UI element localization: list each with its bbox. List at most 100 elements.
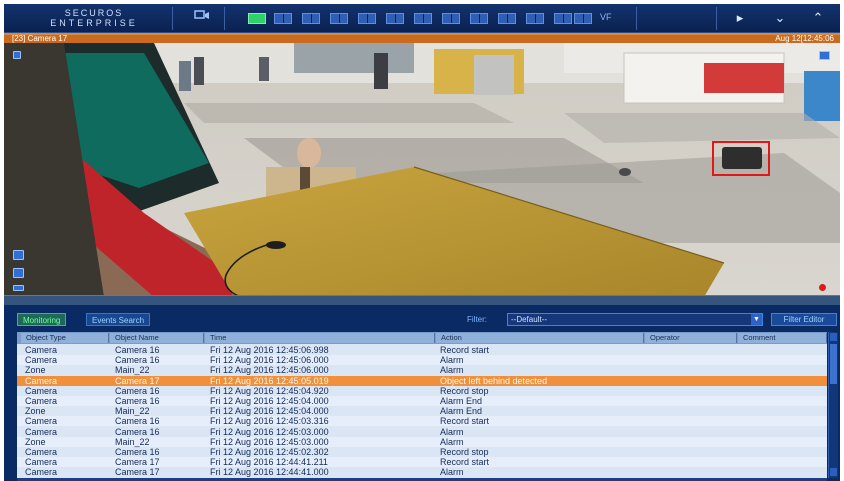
layout-13-icon[interactable] — [574, 13, 592, 24]
cell-type: Camera — [25, 416, 58, 427]
layout-2-icon[interactable] — [274, 13, 292, 24]
layout-1-icon[interactable] — [248, 13, 266, 24]
cell-time: Fri 12 Aug 2016 12:44:41.000 — [210, 467, 329, 478]
cell-name: Camera 16 — [115, 396, 160, 406]
table-row[interactable]: Camera Camera 16 Fri 12 Aug 2016 12:45:06.… — [17, 345, 827, 355]
cell-type: Zone — [25, 365, 46, 376]
cell-time: Fri 12 Aug 2016 12:45:03.000 — [210, 426, 329, 437]
logo-line1: SECUROS — [64, 8, 124, 18]
table-row[interactable]: Camera Camera 17 Fri 12 Aug 2016 12:44:41.… — [17, 457, 827, 468]
column-header[interactable]: Action — [436, 333, 644, 343]
app-window: SECUROS ENTERPRISE VF ▸ ⌄ ⌃ [23] Camera … — [4, 4, 840, 481]
scrollbar-thumb[interactable] — [830, 344, 837, 384]
cell-action: Alarm — [440, 467, 464, 478]
table-row[interactable]: Camera Camera 16 Fri 12 Aug 2016 12:45:04.… — [17, 386, 827, 396]
cell-type: Camera — [25, 467, 58, 478]
camera-export-icon[interactable] — [13, 285, 24, 291]
filter-dropdown[interactable]: --Default-- ▼ — [507, 313, 763, 326]
tab-events-search[interactable]: Events Search — [86, 313, 151, 326]
play-icon[interactable]: ▸ — [732, 10, 748, 26]
cell-action: Alarm End — [440, 396, 483, 406]
monitor-switch-icon[interactable] — [194, 10, 210, 26]
column-header[interactable]: Object Name — [110, 333, 204, 343]
column-header[interactable]: Object Type — [21, 333, 109, 343]
camera-datetime: Aug 12[12:45:06 — [775, 34, 834, 43]
cell-time: Fri 12 Aug 2016 12:45:06.000 — [210, 365, 329, 376]
cell-name: Main_22 — [115, 436, 150, 447]
column-header[interactable]: Comment — [738, 333, 827, 343]
chevron-down-icon[interactable]: ⌄ — [772, 10, 788, 26]
chevron-up-icon[interactable]: ⌃ — [810, 10, 826, 26]
layout-12-icon[interactable] — [554, 13, 572, 24]
cell-time: Fri 12 Aug 2016 12:45:06.998 — [210, 345, 329, 355]
cell-type: Camera — [25, 457, 58, 468]
table-row[interactable]: Zone Main_22 Fri 12 Aug 2016 12:45:04.000 A… — [17, 406, 827, 416]
scroll-up-icon[interactable] — [830, 333, 837, 341]
layout-7-icon[interactable] — [414, 13, 432, 24]
layout-10-icon[interactable] — [498, 13, 516, 24]
object-detection-box — [712, 141, 770, 176]
toolbar-divider — [172, 7, 173, 30]
table-row[interactable]: Camera Camera 16 Fri 12 Aug 2016 12:45:06.… — [17, 355, 827, 366]
events-table: Object Type Object Name Time Action Oper… — [17, 332, 827, 478]
cell-action: Alarm — [440, 355, 464, 366]
cell-action: Record start — [440, 345, 490, 355]
layout-9-icon[interactable] — [470, 13, 488, 24]
cell-time: Fri 12 Aug 2016 12:45:03.000 — [210, 436, 329, 447]
camera-settings-icon[interactable] — [819, 51, 830, 60]
camera-menu-icon[interactable] — [13, 51, 21, 59]
cell-time: Fri 12 Aug 2016 12:45:04.920 — [210, 385, 329, 396]
column-header[interactable]: Operator — [645, 333, 737, 343]
layout-4-icon[interactable] — [330, 13, 348, 24]
tab-monitoring[interactable]: Monitoring — [17, 313, 67, 326]
table-row[interactable]: Camera Camera 17 Fri 12 Aug 2016 12:44:41.… — [17, 467, 827, 477]
panel-divider[interactable] — [4, 295, 840, 305]
cell-name: Camera 17 — [115, 375, 160, 386]
layout-5-icon[interactable] — [358, 13, 376, 24]
cell-action: Record start — [440, 457, 490, 468]
securos-logo: SECUROS ENTERPRISE — [34, 8, 154, 30]
scroll-down-icon[interactable] — [830, 468, 837, 476]
cell-type: Camera — [25, 426, 58, 437]
cell-action: Alarm — [440, 426, 464, 437]
cell-type: Camera — [25, 355, 58, 366]
camera-archive-icon[interactable] — [13, 268, 24, 278]
camera-ptz-icon[interactable] — [13, 250, 24, 260]
event-viewer-panel: Monitoring Events Search Filter: --Defau… — [4, 305, 840, 481]
logo-line2: ENTERPRISE — [50, 18, 138, 28]
table-row[interactable]: Camera Camera 16 Fri 12 Aug 2016 12:45:04.… — [17, 396, 827, 406]
table-row[interactable]: Zone Main_22 Fri 12 Aug 2016 12:45:03.000 A… — [17, 436, 827, 447]
cell-name: Main_22 — [115, 406, 150, 417]
cell-name: Camera 16 — [115, 385, 160, 396]
cell-name: Camera 16 — [115, 447, 160, 457]
layout-11-icon[interactable] — [526, 13, 544, 24]
cell-action: Record stop — [440, 447, 489, 457]
table-row[interactable]: Camera Camera 16 Fri 12 Aug 2016 12:45:02.… — [17, 447, 827, 457]
layout-label[interactable]: VF — [600, 12, 612, 22]
camera-view[interactable]: [23] Camera 17 Aug 12[12:45:06 — [4, 33, 840, 297]
chevron-down-icon[interactable]: ▼ — [751, 314, 762, 325]
cell-type: Camera — [25, 447, 58, 457]
cell-time: Fri 12 Aug 2016 12:45:05.019 — [210, 375, 329, 386]
vertical-scrollbar[interactable] — [828, 332, 838, 478]
toolbar-divider — [716, 7, 717, 30]
layout-6-icon[interactable] — [386, 13, 404, 24]
table-row[interactable]: Zone Main_22 Fri 12 Aug 2016 12:45:06.000 A… — [17, 365, 827, 375]
cell-time: Fri 12 Aug 2016 12:45:02.302 — [210, 447, 329, 457]
cell-action: Object left behind detected — [440, 375, 548, 386]
cell-time: Fri 12 Aug 2016 12:44:41.211 — [210, 457, 328, 468]
table-row-selected[interactable]: Camera Camera 17 Fri 12 Aug 2016 12:45:05.… — [17, 375, 827, 386]
table-row[interactable]: Camera Camera 16 Fri 12 Aug 2016 12:45:03.… — [17, 427, 827, 437]
cell-type: Camera — [25, 385, 58, 396]
cell-type: Zone — [25, 406, 46, 417]
table-row[interactable]: Camera Camera 16 Fri 12 Aug 2016 12:45:03.… — [17, 416, 827, 427]
filter-editor-button[interactable]: Filter Editor — [771, 313, 837, 326]
layout-8-icon[interactable] — [442, 13, 460, 24]
cell-action: Alarm — [440, 365, 464, 376]
cell-name: Camera 16 — [115, 416, 160, 427]
column-header[interactable]: Time — [205, 333, 435, 343]
cell-time: Fri 12 Aug 2016 12:45:03.316 — [210, 416, 329, 427]
cell-type: Zone — [25, 436, 46, 447]
layout-3-icon[interactable] — [302, 13, 320, 24]
cell-name: Camera 17 — [115, 467, 160, 478]
